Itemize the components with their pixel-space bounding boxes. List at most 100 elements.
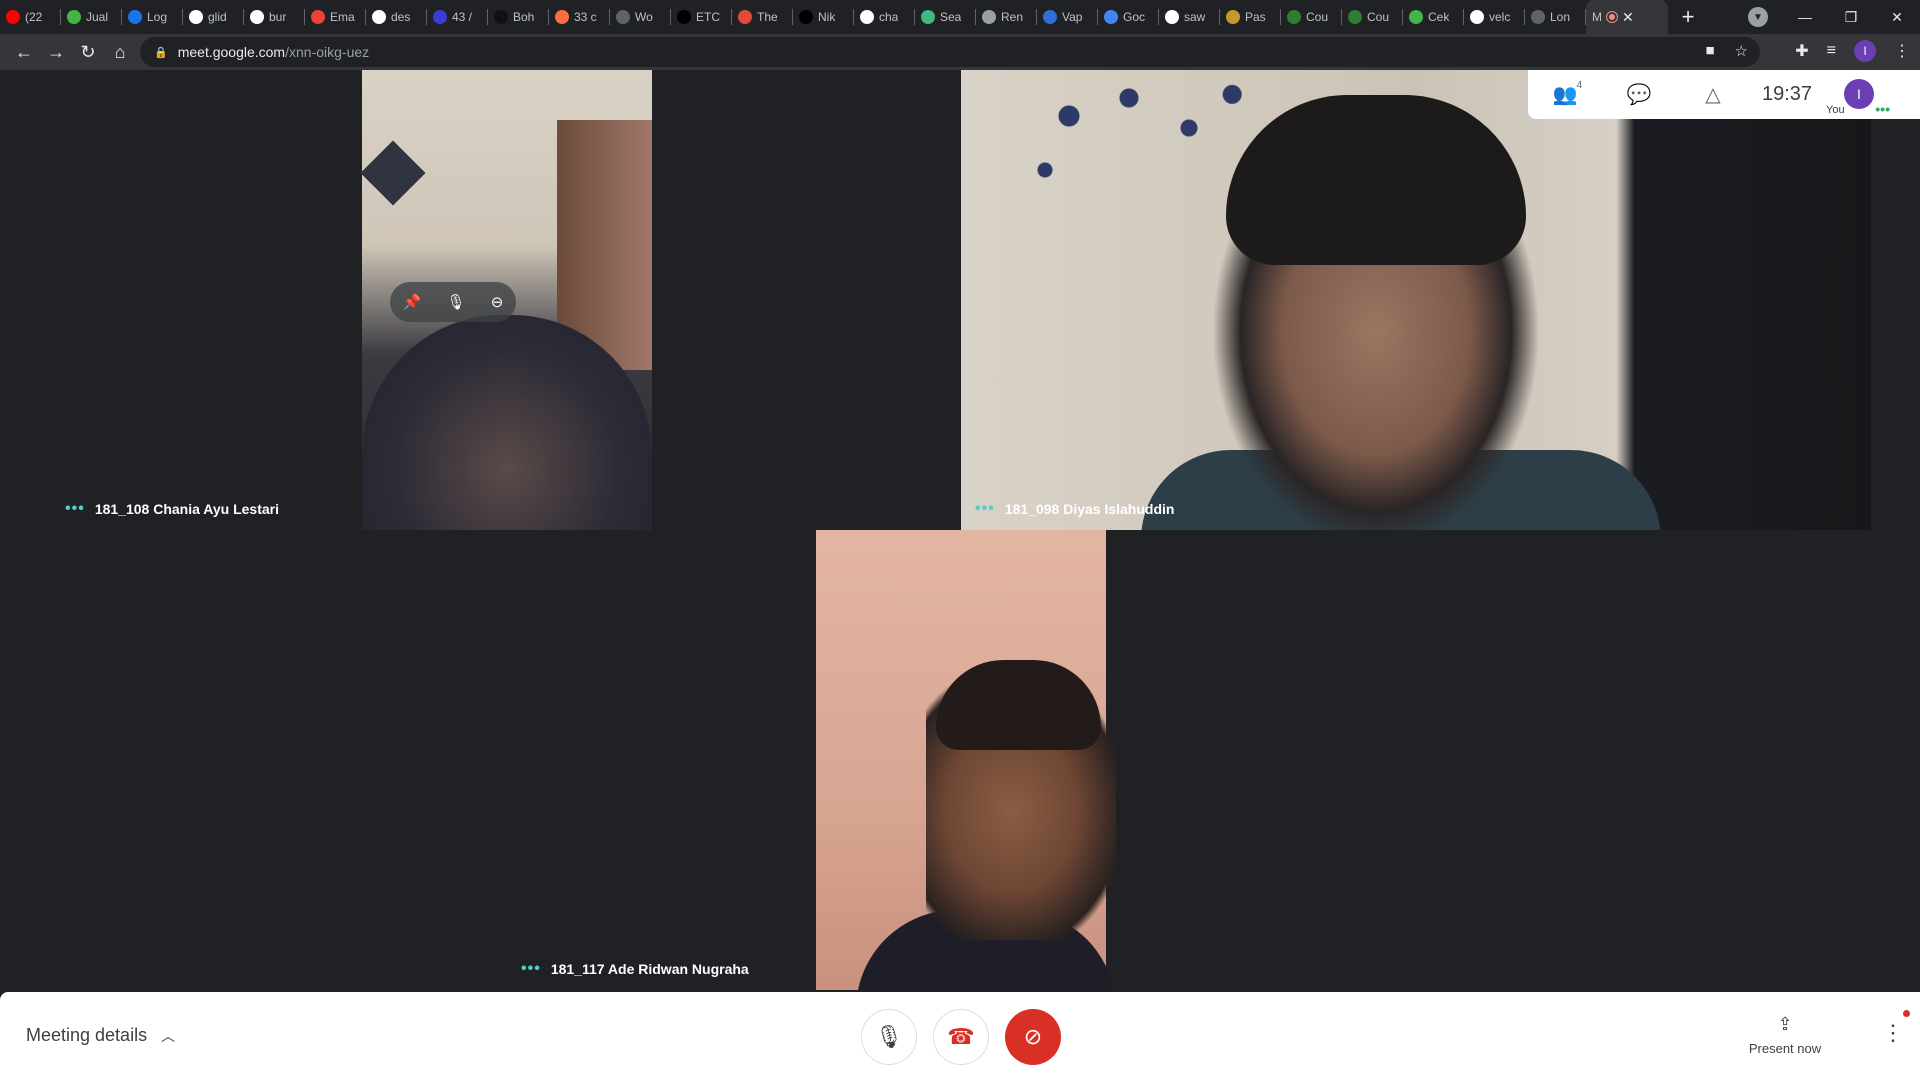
present-now-label: Present now xyxy=(1748,1041,1822,1056)
reload-button[interactable]: ↻ xyxy=(72,42,104,63)
hangup-icon: ☎ xyxy=(947,1024,975,1049)
browser-tab-strip: (22 Jual Log glid bur Ema des 43 / Boh 33 c Wo ETC T… xyxy=(0,0,1920,34)
browser-tab-active[interactable]: M ✕ xyxy=(1586,0,1668,34)
tab-title: cha xyxy=(879,10,899,24)
restore-button[interactable]: ❐ xyxy=(1828,9,1874,26)
self-view[interactable]: I You ••• xyxy=(1824,70,1890,119)
browser-tab[interactable]: Goc xyxy=(1098,0,1159,34)
tab-title: glid xyxy=(208,10,227,24)
url-host: meet.google.com xyxy=(177,44,286,60)
browser-tab[interactable]: Pas xyxy=(1220,0,1281,34)
translate-icon xyxy=(1104,10,1118,24)
tab-title: Cou xyxy=(1367,10,1390,24)
notification-dot xyxy=(1903,1010,1910,1017)
browser-tab[interactable]: Cou xyxy=(1342,0,1403,34)
back-button[interactable]: ← xyxy=(8,42,40,63)
meet-stage: ••• 181_108 Chania Ayu Lestari ••• 181_0… xyxy=(0,70,1920,992)
tokopedia-icon xyxy=(1409,10,1423,24)
tab-title: M xyxy=(1592,10,1602,24)
browser-tab[interactable]: Log xyxy=(122,0,183,34)
browser-tab[interactable]: Vap xyxy=(1037,0,1098,34)
github-icon xyxy=(860,10,874,24)
remove-icon[interactable]: ⊖ xyxy=(491,293,504,311)
tab-title: Boh xyxy=(513,10,535,24)
participant-name: 181_108 Chania Ayu Lestari xyxy=(94,501,279,517)
more-options-button[interactable]: ⋮ xyxy=(1882,1010,1910,1046)
browser-tab[interactable]: Wo xyxy=(610,0,671,34)
tab-title: bur xyxy=(269,10,287,24)
google-icon xyxy=(189,10,203,24)
forward-button[interactable]: → xyxy=(40,42,72,63)
participant-tile-2[interactable]: ••• 181_098 Diyas Islahuddin xyxy=(961,70,1871,530)
browser-tab[interactable]: des xyxy=(366,0,427,34)
close-tab-icon[interactable]: ✕ xyxy=(1622,9,1634,26)
browser-tab[interactable]: cha xyxy=(854,0,915,34)
participant-nameplate: ••• 181_108 Chania Ayu Lestari xyxy=(65,500,279,518)
present-icon: ⇪ xyxy=(1777,1014,1793,1034)
browser-tab[interactable]: Lon xyxy=(1525,0,1586,34)
minimize-button[interactable]: — xyxy=(1782,9,1828,25)
people-button[interactable]: 👥 4 xyxy=(1528,70,1602,119)
speaking-indicator-icon: ••• xyxy=(975,500,995,517)
participant-tile-3[interactable]: ••• 181_117 Ade Ridwan Nugraha xyxy=(507,530,1417,990)
browser-tab[interactable]: The xyxy=(732,0,793,34)
app-icon xyxy=(677,10,691,24)
browser-menu-icon[interactable]: ⋮ xyxy=(1894,41,1910,61)
browser-tab[interactable]: glid xyxy=(183,0,244,34)
browser-tab[interactable]: (22 xyxy=(0,0,61,34)
tab-title: The xyxy=(757,10,778,24)
activities-icon: △ xyxy=(1705,84,1721,106)
github-icon xyxy=(250,10,264,24)
browser-tab[interactable]: velc xyxy=(1464,0,1525,34)
tab-title: Ren xyxy=(1001,10,1024,24)
activities-button[interactable]: △ xyxy=(1676,70,1750,119)
camera-in-use-icon[interactable]: ■ xyxy=(1705,42,1714,60)
close-window-button[interactable]: ✕ xyxy=(1874,9,1920,26)
browser-tab[interactable]: ETC xyxy=(671,0,732,34)
tab-search-icon[interactable]: ▼ xyxy=(1748,7,1768,27)
pin-icon[interactable]: 📌 xyxy=(403,293,422,311)
browser-tab[interactable]: saw xyxy=(1159,0,1220,34)
profile-avatar[interactable]: I xyxy=(1854,40,1876,62)
participant-nameplate: ••• 181_098 Diyas Islahuddin xyxy=(975,500,1174,518)
browser-toolbar: ← → ↻ ⌂ 🔒 meet.google.com /xnn-oikg-uez … xyxy=(0,34,1920,70)
meeting-details-button[interactable]: Meeting details ︿ xyxy=(26,1025,175,1046)
browser-tab[interactable]: Jual xyxy=(61,0,122,34)
people-icon: 👥 xyxy=(1552,84,1578,106)
tile-hover-controls: 📌 🎙 ⊖ xyxy=(390,282,516,322)
browser-tab[interactable]: Cou xyxy=(1281,0,1342,34)
browser-tab[interactable]: Sea xyxy=(915,0,976,34)
bookmark-star-icon[interactable]: ☆ xyxy=(1735,42,1748,60)
present-now-button[interactable]: ⇪ Present now xyxy=(1740,1014,1830,1056)
mic-button[interactable]: 🎙 xyxy=(861,1009,917,1065)
browser-tab[interactable]: Cek xyxy=(1403,0,1464,34)
mic-icon[interactable]: 🎙 xyxy=(447,293,466,311)
lock-icon[interactable]: 🔒 xyxy=(154,46,168,59)
leave-call-button[interactable]: ☎ xyxy=(933,1009,989,1065)
address-bar[interactable]: 🔒 meet.google.com /xnn-oikg-uez ■ ☆ xyxy=(140,37,1760,67)
new-tab-button[interactable]: + xyxy=(1668,4,1708,30)
camera-toggle-button[interactable]: ⊘ xyxy=(1005,1009,1061,1065)
browser-tab[interactable]: Boh xyxy=(488,0,549,34)
browser-tab[interactable]: Ren xyxy=(976,0,1037,34)
browser-tab[interactable]: Ema xyxy=(305,0,366,34)
media-control-icon[interactable]: ≡ xyxy=(1827,42,1836,60)
participant-video xyxy=(961,70,1871,530)
browser-tab[interactable]: bur xyxy=(244,0,305,34)
meeting-details-label: Meeting details xyxy=(26,1025,148,1045)
chat-button[interactable]: 💬 xyxy=(1602,70,1676,119)
participant-name: 181_117 Ade Ridwan Nugraha xyxy=(550,961,749,977)
app-icon xyxy=(738,10,752,24)
tab-title: Lon xyxy=(1550,10,1571,24)
browser-tab[interactable]: 43 / xyxy=(427,0,488,34)
browser-tab[interactable]: 33 c xyxy=(549,0,610,34)
meet-top-panel: 👥 4 💬 △ 19:37 I You ••• xyxy=(1528,70,1920,119)
app-icon xyxy=(494,10,508,24)
browser-tab[interactable]: Nik xyxy=(793,0,854,34)
chat-icon: 💬 xyxy=(1626,84,1652,106)
home-button[interactable]: ⌂ xyxy=(104,42,136,63)
extensions-icon[interactable]: ✚ xyxy=(1795,41,1808,61)
url-path: /xnn-oikg-uez xyxy=(285,44,370,60)
speaking-indicator-icon: ••• xyxy=(65,500,85,517)
app-icon xyxy=(1226,10,1240,24)
